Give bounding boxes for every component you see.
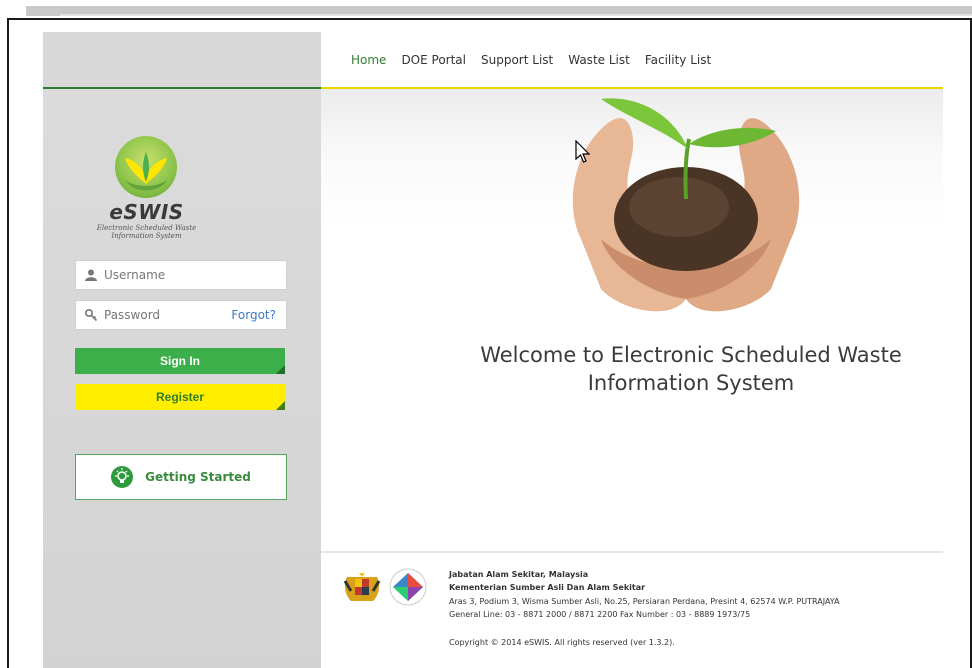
welcome-line1: Welcome to Electronic Scheduled Waste [480, 343, 902, 367]
footer-address: Aras 3, Podium 3, Wisma Sumber Asli, No.… [449, 597, 840, 606]
leaf-icon [125, 152, 167, 191]
sign-in-label: Sign In [160, 354, 200, 368]
page-frame: eSWIS Electronic Scheduled Waste Informa… [7, 18, 972, 668]
footer-org-name: Jabatan Alam Sekitar, Malaysia [449, 570, 589, 579]
password-placeholder: Password [104, 308, 161, 322]
hero-section: Welcome to Electronic Scheduled Waste In… [321, 89, 943, 551]
malaysia-crest-icon [341, 571, 383, 609]
getting-started-button[interactable]: Getting Started [75, 454, 287, 500]
footer-ministry: Kementerian Sumber Asli Dan Alam Sekitar [449, 583, 646, 592]
welcome-heading: Welcome to Electronic Scheduled Waste In… [441, 341, 941, 397]
username-placeholder: Username [104, 268, 166, 282]
top-gray-strip [26, 6, 972, 16]
lightbulb-icon [111, 466, 134, 488]
welcome-line2: Information System [587, 371, 795, 395]
hands-with-seedling-image [561, 89, 811, 325]
strip-highlight [60, 14, 972, 16]
nav-waste-list[interactable]: Waste List [568, 53, 630, 67]
sign-in-button[interactable]: Sign In [75, 348, 285, 374]
forgot-password-link[interactable]: Forgot? [231, 308, 276, 322]
key-icon [84, 308, 98, 322]
button-fold-corner [276, 401, 285, 410]
nav-home[interactable]: Home [351, 53, 386, 67]
logo-title: eSWIS [109, 200, 184, 224]
nav-support-list[interactable]: Support List [481, 53, 553, 67]
mouse-pointer-icon [575, 139, 591, 168]
logo-subtitle-line2: Information System [111, 232, 182, 240]
sidebar-header [43, 32, 321, 89]
register-label: Register [155, 390, 205, 404]
footer: Jabatan Alam Sekitar, Malaysia Kementeri… [321, 551, 943, 668]
getting-started-label: Getting Started [145, 470, 251, 484]
logo-subtitle: Electronic Scheduled Waste Information S… [69, 224, 224, 240]
nav-doe-portal[interactable]: DOE Portal [401, 53, 466, 67]
footer-copyright: Copyright © 2014 eSWIS. All rights reser… [449, 638, 675, 647]
password-field[interactable]: Password Forgot? [75, 300, 287, 330]
eswis-logo [115, 136, 177, 198]
logo-subtitle-line1: Electronic Scheduled Waste [96, 224, 197, 232]
browser-top-strip [0, 0, 972, 18]
nav-facility-list[interactable]: Facility List [645, 53, 711, 67]
user-icon [84, 268, 98, 282]
doe-logo-icon [387, 567, 429, 611]
register-button[interactable]: Register [75, 384, 285, 410]
footer-contact: General Line: 03 - 8871 2000 / 8871 2200… [449, 610, 751, 619]
username-field[interactable]: Username [75, 260, 287, 290]
button-fold-corner [276, 365, 285, 374]
main-nav: Home DOE Portal Support List Waste List … [321, 32, 943, 89]
